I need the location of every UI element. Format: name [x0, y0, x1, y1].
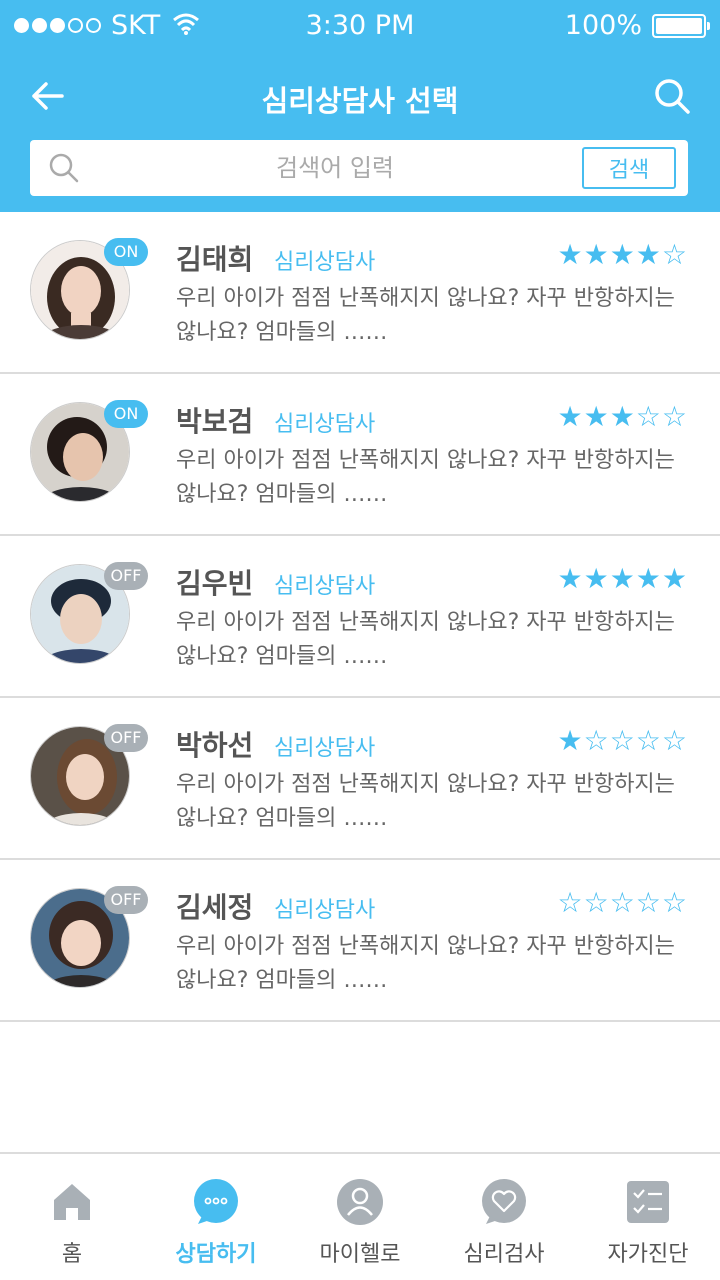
rating-stars: ★★★☆☆	[557, 400, 688, 433]
status-badge: ON	[104, 238, 148, 266]
tab-home[interactable]: 홈	[0, 1154, 144, 1280]
battery-info: 100%	[564, 10, 710, 41]
counselor-name: 박보검	[176, 405, 254, 438]
counselor-name: 김우빈	[176, 567, 254, 600]
search-input[interactable]	[110, 148, 560, 188]
status-badge: ON	[104, 400, 148, 428]
search-field-icon	[49, 153, 79, 183]
rating-stars: ★☆☆☆☆	[557, 724, 688, 757]
search-icon[interactable]	[652, 76, 692, 116]
tab-counsel[interactable]: 상담하기	[144, 1154, 288, 1280]
search-box: 검색	[30, 140, 688, 196]
battery-label: 100%	[564, 10, 642, 41]
counselor-item[interactable]: ON 김태희 심리상담사 ★★★★☆ 우리 아이가 점점 난폭해지지 않나요? …	[0, 212, 720, 374]
bottom-tab-bar: 홈 상담하기 마이헬로 심리검사 자가진단	[0, 1152, 720, 1280]
search-button[interactable]: 검색	[582, 147, 676, 189]
counselor-name: 박하선	[176, 729, 254, 762]
user-icon	[337, 1179, 383, 1225]
top-bar: SKT 3:30 PM 100% 심리상담사 선택 검색	[0, 0, 720, 212]
heart-chat-icon	[482, 1179, 526, 1224]
home-icon	[54, 1184, 90, 1220]
battery-icon	[652, 13, 710, 38]
counselor-name: 김세정	[176, 891, 254, 924]
status-badge: OFF	[104, 562, 148, 590]
tab-psych-test[interactable]: 심리검사	[432, 1154, 576, 1280]
status-badge: OFF	[104, 886, 148, 914]
tab-label: 마이헬로	[319, 1242, 401, 1267]
counselor-description: 우리 아이가 점점 난폭해지지 않나요? 자꾸 반항하지는 않나요? 엄마들의 …	[176, 772, 675, 831]
checklist-icon	[627, 1181, 669, 1223]
tab-self-diagnosis[interactable]: 자가진단	[576, 1154, 720, 1280]
rating-stars: ★★★★★	[557, 562, 688, 595]
tab-my-hello[interactable]: 마이헬로	[288, 1154, 432, 1280]
tab-label: 상담하기	[175, 1242, 257, 1267]
tab-label: 자가진단	[607, 1242, 689, 1267]
counselor-role: 심리상담사	[274, 898, 376, 923]
counselor-item[interactable]: ON 박보검 심리상담사 ★★★☆☆ 우리 아이가 점점 난폭해지지 않나요? …	[0, 374, 720, 536]
tab-label: 홈	[61, 1242, 83, 1267]
counselor-item[interactable]: OFF 김우빈 심리상담사 ★★★★★ 우리 아이가 점점 난폭해지지 않나요?…	[0, 536, 720, 698]
counselor-item[interactable]: OFF 박하선 심리상담사 ★☆☆☆☆ 우리 아이가 점점 난폭해지지 않나요?…	[0, 698, 720, 860]
rating-stars: ★★★★☆	[557, 238, 688, 271]
tab-label: 심리검사	[463, 1242, 545, 1267]
counselor-list: ON 김태희 심리상담사 ★★★★☆ 우리 아이가 점점 난폭해지지 않나요? …	[0, 212, 720, 1022]
page-title: 심리상담사 선택	[261, 84, 459, 118]
nav-bar: 심리상담사 선택	[0, 60, 720, 130]
counselor-description: 우리 아이가 점점 난폭해지지 않나요? 자꾸 반항하지는 않나요? 엄마들의 …	[176, 934, 675, 993]
counselor-role: 심리상담사	[274, 250, 376, 275]
status-badge: OFF	[104, 724, 148, 752]
counselor-role: 심리상담사	[274, 412, 376, 437]
chat-icon	[194, 1179, 238, 1224]
counselor-name: 김태희	[176, 243, 254, 276]
counselor-role: 심리상담사	[274, 574, 376, 599]
counselor-role: 심리상담사	[274, 736, 376, 761]
counselor-item[interactable]: OFF 김세정 심리상담사 ☆☆☆☆☆ 우리 아이가 점점 난폭해지지 않나요?…	[0, 860, 720, 1022]
counselor-description: 우리 아이가 점점 난폭해지지 않나요? 자꾸 반항하지는 않나요? 엄마들의 …	[176, 610, 675, 669]
rating-stars: ☆☆☆☆☆	[557, 886, 688, 919]
counselor-description: 우리 아이가 점점 난폭해지지 않나요? 자꾸 반항하지는 않나요? 엄마들의 …	[176, 448, 675, 507]
status-bar: SKT 3:30 PM 100%	[0, 0, 720, 52]
counselor-description: 우리 아이가 점점 난폭해지지 않나요? 자꾸 반항하지는 않나요? 엄마들의 …	[176, 286, 675, 345]
